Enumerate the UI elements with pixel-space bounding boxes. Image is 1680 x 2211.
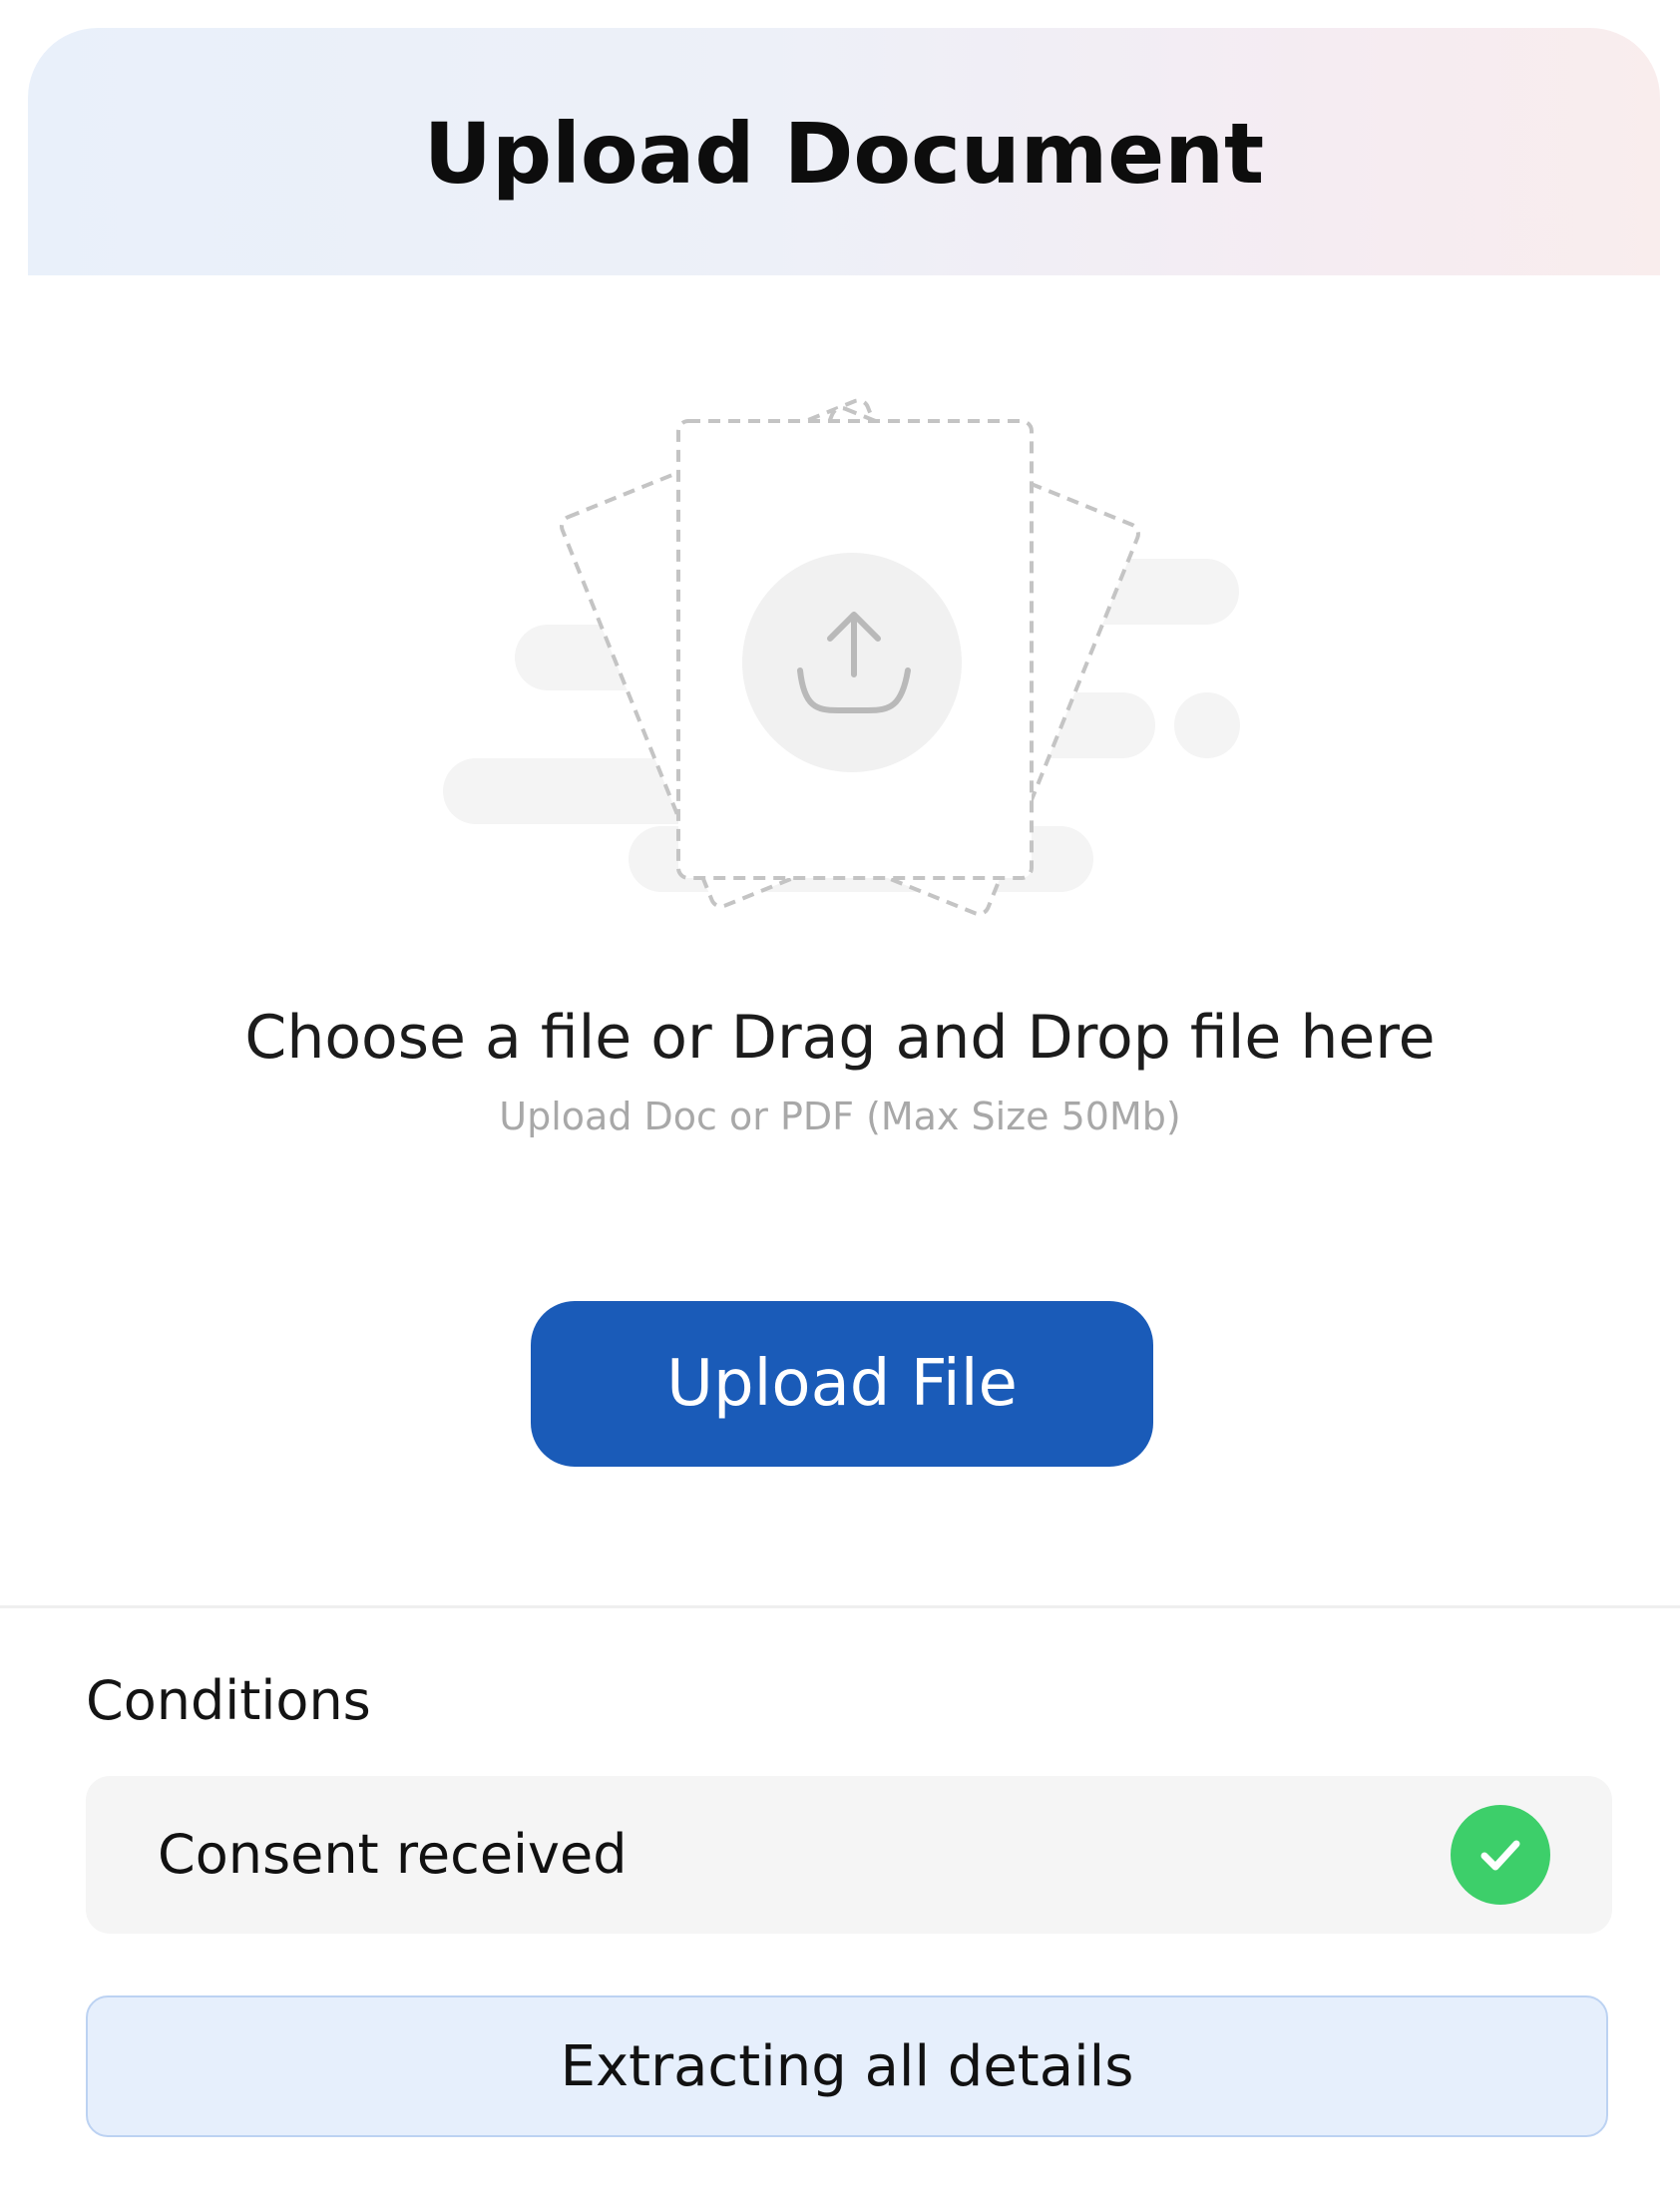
dropzone-title: Choose a file or Drag and Drop file here bbox=[244, 1003, 1436, 1073]
extracting-status-button[interactable]: Extracting all details bbox=[86, 1995, 1608, 2137]
conditions-heading: Conditions bbox=[86, 1669, 371, 1732]
condition-item-label: Consent received bbox=[158, 1823, 628, 1886]
upload-illustration bbox=[443, 398, 1240, 917]
section-divider bbox=[0, 1605, 1680, 1608]
upload-tray-icon bbox=[742, 553, 962, 772]
dropzone-subtitle: Upload Doc or PDF (Max Size 50Mb) bbox=[499, 1095, 1181, 1138]
condition-item-consent: Consent received bbox=[86, 1776, 1612, 1934]
upload-file-button[interactable]: Upload File bbox=[531, 1301, 1153, 1467]
dropzone[interactable]: Choose a file or Drag and Drop file here… bbox=[0, 988, 1680, 1151]
check-circle-icon bbox=[1451, 1805, 1550, 1905]
